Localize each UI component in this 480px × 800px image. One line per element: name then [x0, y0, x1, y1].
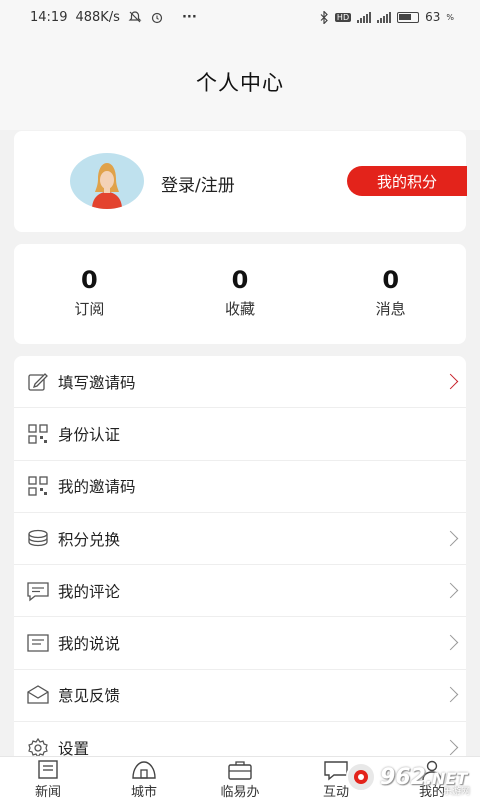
- stats-card: 0 订阅 0 收藏 0 消息: [14, 244, 466, 344]
- chevron-right-icon: [442, 373, 459, 389]
- menu-item-label: 积分兑换: [58, 530, 121, 549]
- menu-item-feedback[interactable]: 意见反馈: [14, 670, 466, 723]
- tab-news[interactable]: 新闻: [0, 757, 96, 800]
- menu-item-label: 填写邀请码: [58, 373, 136, 392]
- mail-icon: [26, 683, 50, 707]
- my-points-button[interactable]: 我的积分: [347, 166, 467, 196]
- tab-label: 新闻: [34, 785, 61, 800]
- gear-icon: [26, 736, 50, 756]
- watermark-logo-icon: [346, 762, 376, 792]
- network-speed: 488K/s: [75, 9, 120, 25]
- login-register-link[interactable]: 登录/注册: [161, 171, 235, 196]
- note-icon: [26, 631, 50, 655]
- bluetooth-icon: [320, 10, 328, 24]
- comment-icon: [26, 579, 50, 603]
- chevron-right-icon: [442, 687, 459, 703]
- menu-item-points-exchange[interactable]: 积分兑换: [14, 513, 466, 566]
- tab-services[interactable]: 临易办: [192, 757, 288, 800]
- tab-city[interactable]: 城市: [96, 757, 192, 800]
- chevron-right-icon: [442, 530, 459, 546]
- signal-icon-2: [377, 11, 392, 23]
- chevron-right-icon: [442, 739, 459, 755]
- stat-label: 订阅: [74, 300, 105, 318]
- status-time: 14:19: [30, 9, 68, 25]
- bell-off-icon: [128, 11, 142, 23]
- menu-item-label: 我的评论: [58, 582, 121, 601]
- default-avatar-icon: [92, 163, 122, 209]
- menu-item-settings[interactable]: 设置: [14, 722, 466, 756]
- stat-label: 消息: [375, 300, 406, 318]
- qr-icon: [26, 422, 50, 446]
- stat-value: 0: [231, 266, 249, 294]
- battery-level: 63: [425, 10, 441, 24]
- alarm-icon: [151, 12, 163, 24]
- menu-item-my-posts[interactable]: 我的说说: [14, 617, 466, 670]
- battery-icon: [397, 11, 420, 23]
- status-bar: 14:19 488K/s ··· HD 63%: [0, 0, 480, 34]
- briefcase-icon: [228, 761, 252, 780]
- avatar[interactable]: [70, 153, 144, 209]
- edit-icon: [26, 370, 50, 394]
- site-watermark: 962.NET 乐游网: [346, 757, 474, 797]
- stat-value: 0: [382, 266, 400, 294]
- tab-label: 临易办: [220, 785, 260, 800]
- chevron-right-icon: [442, 582, 459, 599]
- page-title: 个人中心: [196, 71, 284, 95]
- tab-label: 城市: [130, 785, 157, 800]
- menu-item-my-comments[interactable]: 我的评论: [14, 565, 466, 618]
- menu-item-label: 设置: [58, 739, 90, 756]
- stat-messages[interactable]: 0 消息: [315, 244, 466, 344]
- city-icon: [132, 761, 156, 779]
- menu-item-invite-code-input[interactable]: 填写邀请码: [14, 356, 466, 409]
- stat-favorites[interactable]: 0 收藏: [165, 244, 316, 344]
- watermark-subtext: 乐游网: [442, 787, 470, 797]
- profile-card[interactable]: 登录/注册 我的积分: [14, 131, 467, 232]
- page-header: 个人中心: [0, 34, 480, 130]
- stat-subscriptions[interactable]: 0 订阅: [14, 244, 165, 344]
- menu-list: 填写邀请码 身份认证 我的邀请码 积分兑换 我的评论 我的说说 意见反馈 设置: [14, 356, 466, 756]
- menu-item-identity[interactable]: 身份认证: [14, 408, 466, 461]
- menu-item-label: 身份认证: [58, 425, 121, 444]
- more-dots: ···: [181, 9, 197, 25]
- qr-icon: [26, 474, 50, 498]
- menu-item-label: 我的邀请码: [58, 478, 136, 497]
- signal-icon: [357, 11, 372, 23]
- hd-icon: HD: [334, 12, 352, 22]
- menu-item-label: 我的说说: [58, 635, 121, 654]
- coins-icon: [26, 527, 50, 551]
- stat-value: 0: [80, 266, 98, 294]
- menu-item-label: 意见反馈: [58, 687, 121, 706]
- menu-item-my-invite-code[interactable]: 我的邀请码: [14, 461, 466, 513]
- stat-label: 收藏: [225, 300, 256, 318]
- chevron-right-icon: [442, 634, 459, 651]
- news-icon: [38, 760, 58, 779]
